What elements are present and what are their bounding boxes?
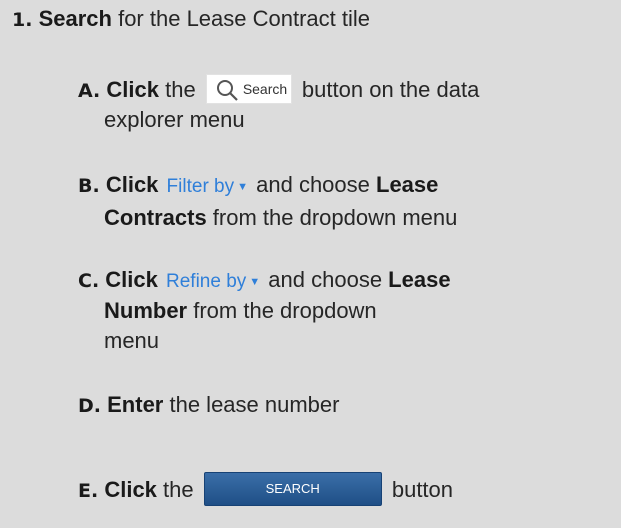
step-letter: C. bbox=[78, 270, 100, 292]
step-verb: Click bbox=[105, 172, 159, 197]
caret-down-icon: ▼ bbox=[249, 276, 261, 288]
step-verb: Click bbox=[104, 476, 157, 502]
option-name-cont: Contracts bbox=[104, 205, 207, 230]
step-text: and choose bbox=[262, 267, 389, 292]
step-letter: B. bbox=[78, 175, 100, 197]
search-icon bbox=[215, 78, 239, 108]
step-text: for the Lease Contract tile bbox=[111, 6, 370, 31]
search-button-image: Search bbox=[205, 74, 292, 104]
filter-by-label: Filter by bbox=[166, 176, 235, 197]
step-text: from the dropdown menu bbox=[206, 205, 458, 230]
caret-down-icon: ▼ bbox=[237, 181, 249, 193]
step-e: E. Click the SEARCH button bbox=[78, 472, 454, 508]
refine-by-dropdown-image: Refine by ▼ bbox=[166, 269, 260, 297]
step-letter: A. bbox=[78, 79, 101, 102]
step-d: D. Enter the lease number bbox=[78, 392, 339, 419]
step-c: C. Click Refine by ▼ and choose Lease bbox=[78, 267, 451, 297]
step-verb: Search bbox=[38, 6, 112, 31]
step-b-line2: Contracts from the dropdown menu bbox=[104, 205, 457, 231]
step-1: 1. Search for the Lease Contract tile bbox=[12, 6, 370, 33]
step-text-cont: button bbox=[385, 476, 454, 502]
filter-by-dropdown-image: Filter by ▼ bbox=[167, 174, 248, 202]
step-text: the lease number bbox=[163, 392, 340, 417]
option-name: Lease bbox=[376, 172, 439, 197]
step-letter: D. bbox=[78, 395, 101, 417]
option-name: Lease bbox=[388, 267, 451, 292]
step-a-line2: explorer menu bbox=[104, 107, 245, 132]
step-a: A. Click the Search button on the data bbox=[78, 74, 480, 106]
step-text: the bbox=[159, 76, 202, 102]
search-submit-button-image: SEARCH bbox=[203, 472, 382, 506]
step-b: B. Click Filter by ▼ and choose Lease bbox=[78, 172, 438, 202]
step-text-cont: button on the data bbox=[295, 76, 480, 102]
step-text: from the dropdown bbox=[187, 298, 377, 323]
step-verb: Click bbox=[105, 267, 158, 292]
refine-by-label: Refine by bbox=[166, 271, 247, 292]
option-name-cont: Number bbox=[104, 298, 188, 323]
search-button-label: Search bbox=[242, 81, 288, 97]
step-c-line2: Number from the dropdown bbox=[104, 298, 377, 324]
step-verb: Enter bbox=[107, 392, 164, 417]
step-text: and choose bbox=[250, 172, 376, 197]
step-letter: E. bbox=[78, 479, 99, 502]
step-text: the bbox=[156, 476, 200, 502]
step-number: 1. bbox=[12, 9, 33, 31]
step-verb: Click bbox=[106, 76, 159, 102]
step-c-line3: menu bbox=[104, 328, 160, 353]
